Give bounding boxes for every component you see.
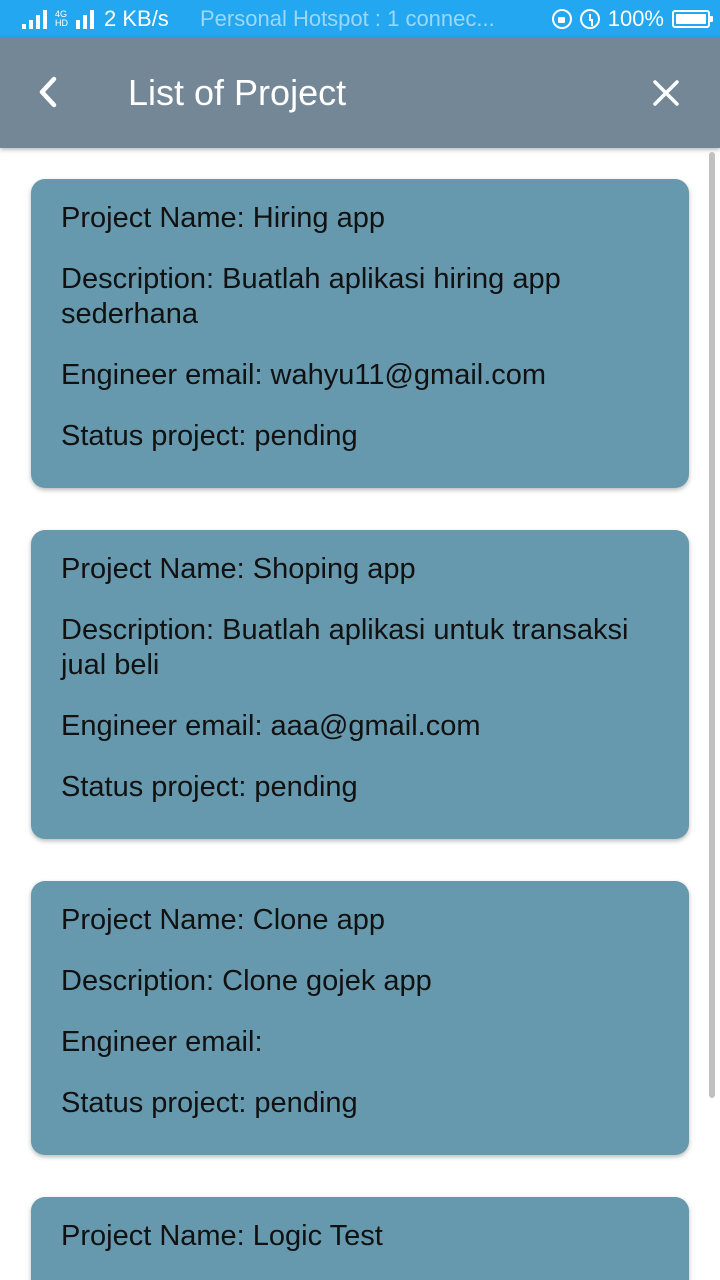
engineer-email: Engineer email: aaa@gmail.com [61,710,481,742]
project-description: Description: Buatlah aplikasi hiring app… [61,263,561,330]
network-speed: 2 KB/s [104,5,169,31]
project-list[interactable]: Project Name: Hiring app Description: Bu… [0,148,720,1280]
page-title: List of Project [128,71,347,113]
network-type-icon: 4G HD [55,8,68,28]
project-card[interactable]: Project Name: Shoping app Description: B… [31,530,689,839]
app-bar: List of Project [0,37,720,148]
project-status: Status project: pending [61,771,358,803]
signal-icon [22,9,47,29]
project-status: Status project: pending [61,420,358,452]
project-card[interactable]: Project Name: Hiring app Description: Bu… [31,179,689,488]
chevron-left-icon [39,76,57,108]
project-name: Project Name: Logic Test [61,1220,383,1252]
project-name: Project Name: Shoping app [61,553,416,585]
project-card[interactable]: Project Name: Clone app Description: Clo… [31,881,689,1155]
project-name: Project Name: Clone app [61,904,385,936]
project-name: Project Name: Hiring app [61,202,385,234]
alarm-icon [579,8,600,29]
project-description: Description: Buatlah aplikasi untuk tran… [61,614,629,681]
status-left: 4G HD 2 KB/s [22,0,169,37]
status-bar: 4G HD 2 KB/s Personal Hotspot : 1 connec… [0,0,720,37]
rotation-lock-icon [551,8,572,29]
project-description: Description: Clone gojek app [61,965,432,997]
engineer-email: Engineer email: wahyu11@gmail.com [61,359,547,391]
back-button[interactable] [26,70,70,114]
scrollbar[interactable] [709,152,715,1098]
project-status: Status project: pending [61,1087,358,1119]
project-card[interactable]: Project Name: Logic Test [31,1197,689,1280]
battery-icon [672,9,713,28]
engineer-email: Engineer email: [61,1026,263,1058]
battery-percent: 100% [607,5,664,31]
status-right: 100% [551,0,713,37]
hotspot-status: Personal Hotspot : 1 connec... [200,5,495,31]
close-icon [653,80,679,106]
signal-2-icon [76,9,94,29]
close-button[interactable] [644,71,688,115]
